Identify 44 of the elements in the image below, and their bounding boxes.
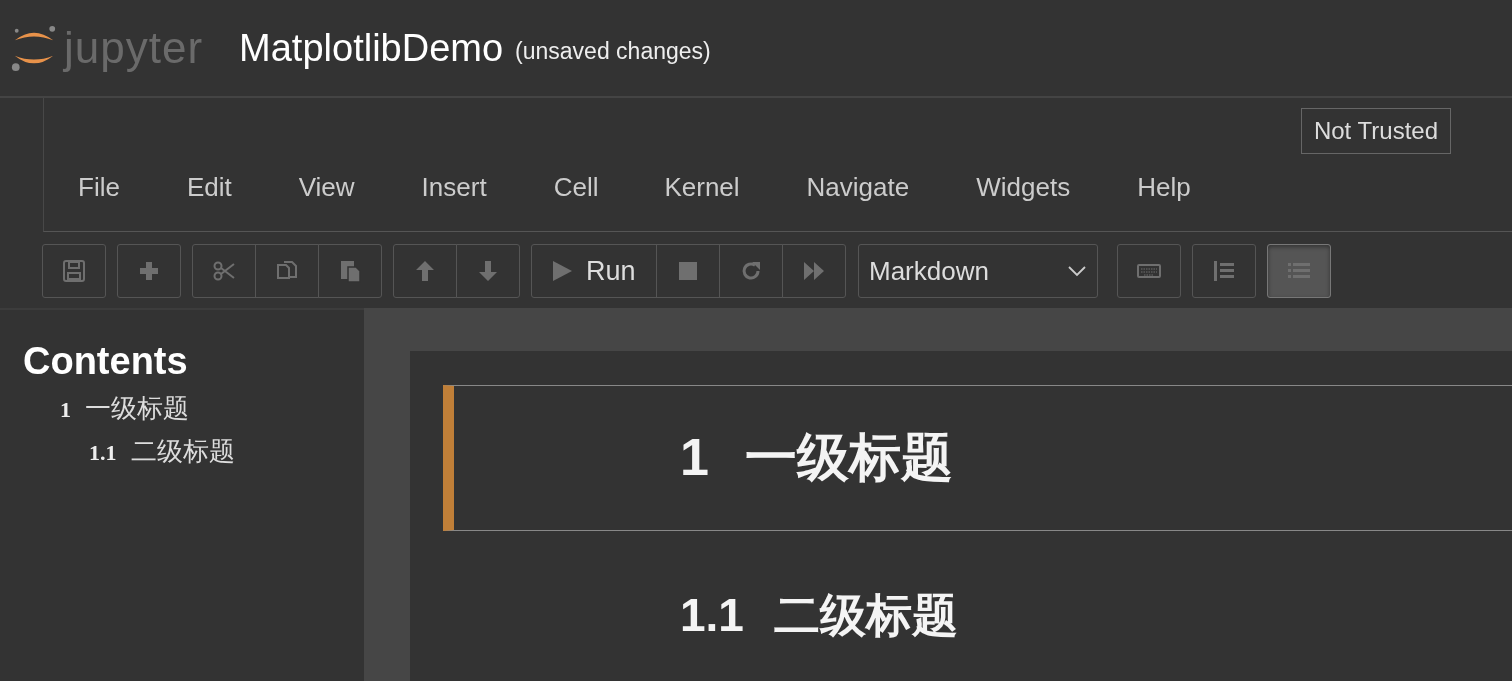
toolbar-button[interactable] <box>1117 244 1181 298</box>
toolbar-button[interactable] <box>255 244 319 298</box>
markdown-cell[interactable]: 1.1 二级标题 <box>443 541 1512 681</box>
save-status: (unsaved changes) <box>515 36 711 65</box>
caret-icon <box>1067 265 1087 277</box>
add-icon <box>137 259 161 283</box>
toolbar-button[interactable] <box>719 244 783 298</box>
toolbar-button[interactable] <box>393 244 457 298</box>
toolbar-button[interactable] <box>782 244 846 298</box>
toc-title: Contents <box>23 340 189 383</box>
save-icon <box>62 259 86 283</box>
menu-item[interactable]: Kernel <box>664 172 740 203</box>
play-icon <box>550 259 574 283</box>
menu-item[interactable]: Help <box>1137 172 1191 203</box>
markdown-cell[interactable]: 1 一级标题 <box>443 385 1512 531</box>
numbered-list-icon <box>1212 259 1236 283</box>
menu-item[interactable]: Insert <box>421 172 487 203</box>
fast-forward-icon <box>802 259 826 283</box>
toolbar-button[interactable] <box>456 244 520 298</box>
menu-item[interactable]: File <box>78 172 120 203</box>
toolbar-button[interactable] <box>656 244 720 298</box>
menu-item[interactable]: Cell <box>553 172 599 203</box>
toolbar-button[interactable] <box>42 244 106 298</box>
scissors-icon <box>212 259 236 283</box>
menu-item[interactable]: Widgets <box>976 172 1071 203</box>
toolbar-button[interactable]: Run <box>531 244 657 298</box>
stop-icon <box>676 259 700 283</box>
trust-badge[interactable]: Not Trusted <box>1300 108 1451 154</box>
menu-item[interactable]: View <box>298 172 355 203</box>
menu-item[interactable]: Navigate <box>806 172 910 203</box>
toolbar-button[interactable] <box>318 244 382 298</box>
toolbar-button[interactable] <box>117 244 181 298</box>
paste-icon <box>338 259 362 283</box>
cell-heading: 1 一级标题 <box>680 427 953 488</box>
toolbar-button[interactable] <box>1192 244 1256 298</box>
menu-item[interactable]: Edit <box>186 172 232 203</box>
cell-type-dropdown[interactable]: Markdown <box>858 244 1098 298</box>
toc-link[interactable]: 1.1 二级标题 <box>23 434 364 477</box>
restart-icon <box>739 259 763 283</box>
notebook-title[interactable]: MatplotlibDemo <box>239 26 504 70</box>
toolbar-button[interactable] <box>192 244 256 298</box>
toolbar-button[interactable] <box>1267 244 1331 298</box>
cell-heading: 1.1 二级标题 <box>680 588 958 643</box>
toc-link[interactable]: 1 一级标题 <box>23 391 364 434</box>
